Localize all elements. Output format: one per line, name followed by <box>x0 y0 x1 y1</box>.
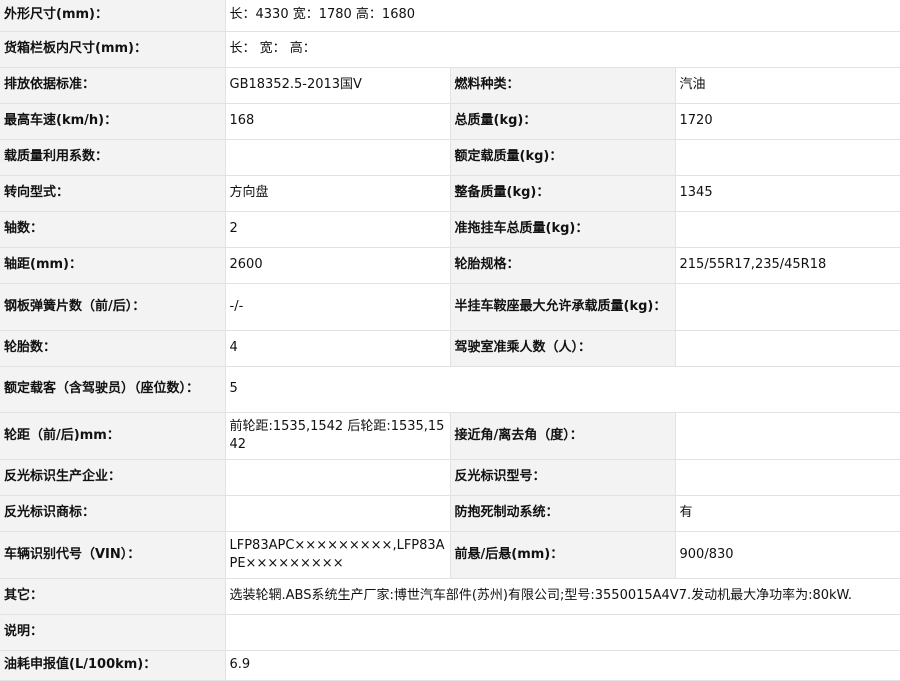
spec-value: 168 <box>225 103 451 140</box>
spec-label: 总质量(kg)： <box>450 103 676 140</box>
spec-label: 说明： <box>0 614 226 651</box>
spec-row: 货箱栏板内尺寸(mm)： 长： 宽： 高： <box>0 31 900 68</box>
spec-value <box>675 412 900 460</box>
spec-value: 长：4330 宽：1780 高：1680 <box>225 0 900 32</box>
spec-row: 排放依据标准： GB18352.5-2013国Ⅴ 燃料种类： 汽油 <box>0 67 900 104</box>
spec-label: 外形尺寸(mm)： <box>0 0 226 32</box>
spec-row: 其它： 选装轮辋.ABS系统生产厂家:博世汽车部件(苏州)有限公司;型号:3550… <box>0 578 900 615</box>
spec-value <box>225 459 451 496</box>
spec-label: 载质量利用系数： <box>0 139 226 176</box>
spec-label: 额定载质量(kg)： <box>450 139 676 176</box>
spec-value <box>225 139 451 176</box>
spec-value <box>225 614 900 651</box>
spec-row: 轴距(mm)： 2600 轮胎规格： 215/55R17,235/45R18 <box>0 247 900 284</box>
spec-label: 其它： <box>0 578 226 615</box>
spec-row: 轮胎数： 4 驾驶室准乘人数（人）： <box>0 330 900 367</box>
spec-value: 2600 <box>225 247 451 284</box>
spec-row: 钢板弹簧片数（前/后）： -/- 半挂车鞍座最大允许承载质量(kg)： <box>0 283 900 331</box>
spec-label: 防抱死制动系统： <box>450 495 676 532</box>
spec-value <box>675 139 900 176</box>
spec-label: 货箱栏板内尺寸(mm)： <box>0 31 226 68</box>
spec-value <box>675 330 900 367</box>
spec-value <box>675 211 900 248</box>
spec-value: -/- <box>225 283 451 331</box>
spec-label: 钢板弹簧片数（前/后）： <box>0 283 226 331</box>
spec-row: 说明： <box>0 614 900 651</box>
spec-row: 最高车速(km/h)： 168 总质量(kg)： 1720 <box>0 103 900 140</box>
spec-value: 汽油 <box>675 67 900 104</box>
spec-label: 最高车速(km/h)： <box>0 103 226 140</box>
spec-label: 反光标识商标： <box>0 495 226 532</box>
spec-value: 215/55R17,235/45R18 <box>675 247 900 284</box>
spec-label: 接近角/离去角（度）： <box>450 412 676 460</box>
spec-value: 有 <box>675 495 900 532</box>
spec-label: 轮距（前/后)mm： <box>0 412 226 460</box>
spec-label: 反光标识型号： <box>450 459 676 496</box>
spec-row: 反光标识商标： 防抱死制动系统：有 <box>0 495 900 532</box>
spec-value: 前轮距:1535,1542 后轮距:1535,1542 <box>225 412 451 460</box>
spec-label: 轴距(mm)： <box>0 247 226 284</box>
spec-value: 1345 <box>675 175 900 212</box>
spec-label: 轮胎数： <box>0 330 226 367</box>
spec-label: 半挂车鞍座最大允许承载质量(kg)： <box>450 283 676 331</box>
spec-value <box>675 459 900 496</box>
spec-row: 轴数： 2 准拖挂车总质量(kg)： <box>0 211 900 248</box>
spec-value: LFP83APC×××××××××,LFP83APE××××××××× <box>225 531 451 579</box>
spec-row: 外形尺寸(mm)： 长：4330 宽：1780 高：1680 <box>0 0 900 32</box>
spec-value: 1720 <box>675 103 900 140</box>
spec-label: 轴数： <box>0 211 226 248</box>
spec-row: 额定载客（含驾驶员）（座位数）： 5 <box>0 366 900 413</box>
spec-label: 额定载客（含驾驶员）（座位数）： <box>0 366 226 413</box>
spec-value: 5 <box>225 366 900 413</box>
spec-value: GB18352.5-2013国Ⅴ <box>225 67 451 104</box>
spec-value: 2 <box>225 211 451 248</box>
spec-label: 排放依据标准： <box>0 67 226 104</box>
spec-row: 轮距（前/后)mm： 前轮距:1535,1542 后轮距:1535,1542 接近角… <box>0 412 900 460</box>
spec-label: 反光标识生产企业： <box>0 459 226 496</box>
spec-value: 选装轮辋.ABS系统生产厂家:博世汽车部件(苏州)有限公司;型号:3550015… <box>225 578 900 615</box>
spec-label: 准拖挂车总质量(kg)： <box>450 211 676 248</box>
vehicle-spec-table: 外形尺寸(mm)： 长：4330 宽：1780 高：1680 货箱栏板内尺寸(mm)… <box>0 0 900 681</box>
spec-label: 转向型式： <box>0 175 226 212</box>
spec-row: 转向型式： 方向盘 整备质量(kg)： 1345 <box>0 175 900 212</box>
spec-value: 900/830 <box>675 531 900 579</box>
spec-value <box>225 495 451 532</box>
spec-value <box>675 283 900 331</box>
spec-value: 4 <box>225 330 451 367</box>
spec-value: 长： 宽： 高： <box>225 31 900 68</box>
spec-label: 轮胎规格： <box>450 247 676 284</box>
spec-row: 车辆识别代号（VIN）： LFP83APC×××××××××,LFP83APE××… <box>0 531 900 579</box>
spec-label: 前悬/后悬(mm)： <box>450 531 676 579</box>
spec-label: 驾驶室准乘人数（人）： <box>450 330 676 367</box>
spec-label: 车辆识别代号（VIN）： <box>0 531 226 579</box>
spec-label: 燃料种类： <box>450 67 676 104</box>
spec-row: 载质量利用系数： 额定载质量(kg)： <box>0 139 900 176</box>
spec-value: 方向盘 <box>225 175 451 212</box>
spec-table-body: 外形尺寸(mm)： 长：4330 宽：1780 高：1680 货箱栏板内尺寸(mm)… <box>0 0 900 681</box>
spec-label: 整备质量(kg)： <box>450 175 676 212</box>
spec-row: 反光标识生产企业： 反光标识型号： <box>0 459 900 496</box>
